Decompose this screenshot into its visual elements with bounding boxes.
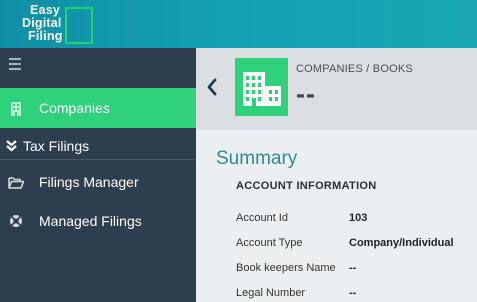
menu-toggle-icon[interactable] [9, 58, 21, 73]
logo-text: Easy Digital Filing [22, 4, 63, 43]
page-title: -- [296, 79, 316, 109]
sidebar-item-filings-manager[interactable]: Filings Manager [0, 162, 196, 202]
building-icon [8, 100, 24, 116]
breadcrumb-books: BOOKS [372, 63, 413, 75]
sidebar-section-tax-filings[interactable]: Tax Filings [0, 132, 196, 160]
breadcrumb-separator: / [363, 63, 373, 75]
sidebar-item-managed-filings[interactable]: Managed Filings [0, 201, 196, 241]
sidebar-item-label: Managed Filings [39, 213, 142, 229]
building-icon [243, 72, 281, 106]
logo-frame [65, 7, 93, 44]
double-chevron-down-icon [6, 139, 18, 153]
folder-open-icon [8, 174, 24, 190]
logo-line-3: Filing [28, 29, 63, 43]
sidebar-item-label: Companies [39, 100, 110, 116]
info-value: 103 [349, 212, 368, 224]
lifebuoy-icon [8, 213, 24, 229]
info-row-book-keepers-name: Book keepers Name -- [236, 262, 476, 278]
breadcrumb-companies-link[interactable]: COMPANIES [296, 63, 363, 75]
breadcrumb: COMPANIES / BOOKS [296, 63, 413, 75]
main-content: Summary ACCOUNT INFORMATION Account Id 1… [196, 130, 477, 302]
section-label: Tax Filings [23, 137, 90, 154]
info-value: -- [349, 262, 357, 274]
app-logo[interactable]: Easy Digital Filing [22, 4, 96, 44]
info-label: Legal Number [236, 287, 306, 299]
info-label: Account Id [236, 212, 288, 224]
top-bar: Easy Digital Filing [0, 0, 477, 48]
info-label: Book keepers Name [236, 262, 336, 274]
info-row-account-type: Account Type Company/Individual [236, 237, 476, 253]
back-chevron-icon[interactable] [205, 76, 221, 98]
sidebar: Companies Tax Filings Filings Manager Ma… [0, 48, 196, 302]
info-label: Account Type [236, 237, 303, 249]
info-value: Company/Individual [349, 237, 454, 249]
account-information-heading: ACCOUNT INFORMATION [236, 180, 377, 192]
company-avatar [235, 58, 288, 116]
sidebar-item-companies[interactable]: Companies [0, 88, 196, 128]
info-row-legal-number: Legal Number -- [236, 287, 476, 302]
info-row-account-id: Account Id 103 [236, 212, 476, 228]
info-value: -- [349, 287, 357, 299]
sidebar-item-label: Filings Manager [39, 174, 139, 190]
page-header: COMPANIES / BOOKS -- [196, 48, 477, 130]
summary-title: Summary [216, 148, 298, 169]
